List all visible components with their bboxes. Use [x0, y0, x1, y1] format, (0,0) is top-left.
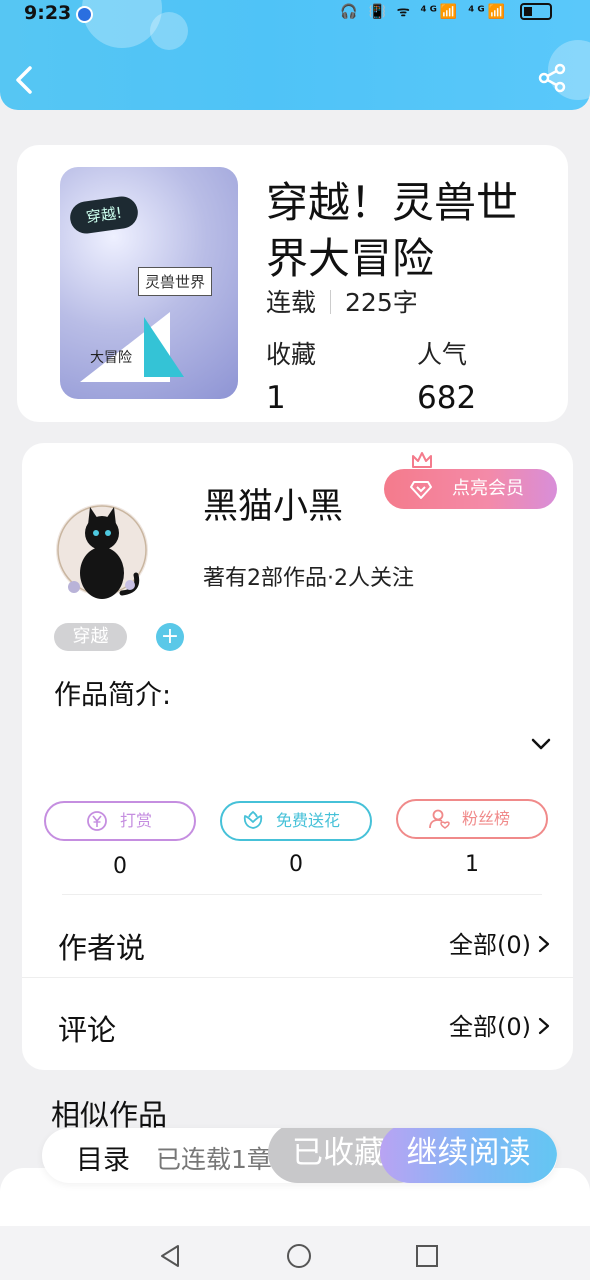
expand-intro-button[interactable] [530, 733, 552, 755]
status-time: 9:23 [24, 2, 72, 24]
share-button[interactable] [536, 62, 568, 94]
cover-decor [144, 317, 184, 377]
popularity-label: 人气 [417, 340, 468, 369]
divider [62, 894, 542, 895]
toc-button[interactable]: 目录 [76, 1138, 130, 1177]
divider [330, 290, 332, 314]
author-says-all-link[interactable]: 全部(0) [449, 925, 551, 960]
comments-label: 评论 [58, 1013, 117, 1047]
favorites-label: 收藏 [266, 340, 317, 369]
reward-label: 打赏 [120, 811, 153, 830]
yen-coin-icon [87, 811, 107, 831]
book-meta: 连载 225字 [266, 283, 418, 319]
comments-count: 全部(0) [449, 1013, 531, 1041]
app-header: 9:23 🎧 📳 ᯤ ⁴ᴳ📶 ⁴ᴳ📶 [0, 0, 590, 110]
share-icon [538, 63, 566, 93]
back-button[interactable] [10, 62, 40, 98]
nav-back-icon[interactable] [158, 1243, 184, 1269]
fan-user-icon [429, 809, 450, 829]
author-says-count: 全部(0) [449, 931, 531, 959]
word-count: 225字 [345, 288, 418, 317]
chapter-count[interactable]: 已连载1章 [156, 1140, 286, 1176]
nav-home-icon[interactable] [286, 1243, 312, 1269]
chevron-left-icon [16, 66, 32, 94]
author-card: 黑猫小黑 著有2部作品·2人关注 点亮会员 穿越 + 作品简介: 打赏 免费送花… [22, 443, 573, 1070]
comments-all-link[interactable]: 全部(0) [449, 1007, 551, 1042]
flower-count: 0 [289, 852, 303, 877]
fans-ranking-label: 粉丝榜 [462, 809, 511, 828]
cover-tag: 灵兽世界 [138, 267, 213, 296]
send-flower-label: 免费送花 [276, 811, 341, 830]
black-cat-avatar-icon [56, 504, 148, 599]
fans-count: 1 [465, 852, 479, 877]
reward-count: 0 [113, 854, 127, 879]
crown-icon [412, 452, 432, 468]
status-bar: 9:23 🎧 📳 ᯤ ⁴ᴳ📶 ⁴ᴳ📶 [0, 0, 590, 26]
diamond-icon [410, 481, 432, 499]
favorites-value: 1 [266, 380, 286, 416]
intro-label: 作品简介: [54, 680, 172, 711]
book-cover[interactable]: 穿越! 灵兽世界 大冒险 [60, 167, 238, 399]
chevron-right-icon [538, 935, 550, 953]
continue-reading-button[interactable]: 继续阅读 [380, 1128, 557, 1183]
popularity-value: 682 [417, 380, 477, 416]
status-indicators: 🎧 📳 ᯤ ⁴ᴳ📶 ⁴ᴳ📶 [340, 4, 508, 20]
chevron-right-icon [538, 1017, 550, 1035]
send-flower-button[interactable]: 免费送花 [220, 801, 372, 841]
nav-recents-icon[interactable] [414, 1243, 440, 1269]
cover-tag: 大冒险 [90, 350, 132, 366]
vip-button[interactable]: 点亮会员 [384, 469, 557, 509]
reward-button[interactable]: 打赏 [44, 801, 196, 841]
flower-icon [243, 810, 263, 829]
battery-icon [520, 3, 552, 20]
system-nav-bar [0, 1226, 590, 1280]
book-title: 穿越！灵兽世界大冒险 [266, 178, 519, 283]
author-name[interactable]: 黑猫小黑 [203, 478, 343, 529]
bottom-action-bar: 目录 已连载1章 已收藏 继续阅读 [42, 1128, 557, 1183]
author-avatar[interactable] [52, 495, 152, 605]
author-stats: 著有2部作品·2人关注 [203, 566, 414, 591]
chevron-down-icon [531, 738, 551, 750]
book-info-card: 穿越! 灵兽世界 大冒险 穿越！灵兽世界大冒险 连载 225字 收藏 人气 1 6… [17, 145, 568, 422]
genre-tag[interactable]: 穿越 [54, 623, 127, 651]
cover-tag: 穿越! [68, 194, 140, 236]
fans-ranking-button[interactable]: 粉丝榜 [396, 799, 548, 839]
author-says-label: 作者说 [58, 931, 146, 965]
serial-status: 连载 [266, 288, 317, 317]
app-notification-icon [76, 6, 93, 23]
vip-label: 点亮会员 [452, 478, 524, 499]
divider [22, 977, 573, 978]
add-tag-button[interactable]: + [156, 623, 184, 651]
